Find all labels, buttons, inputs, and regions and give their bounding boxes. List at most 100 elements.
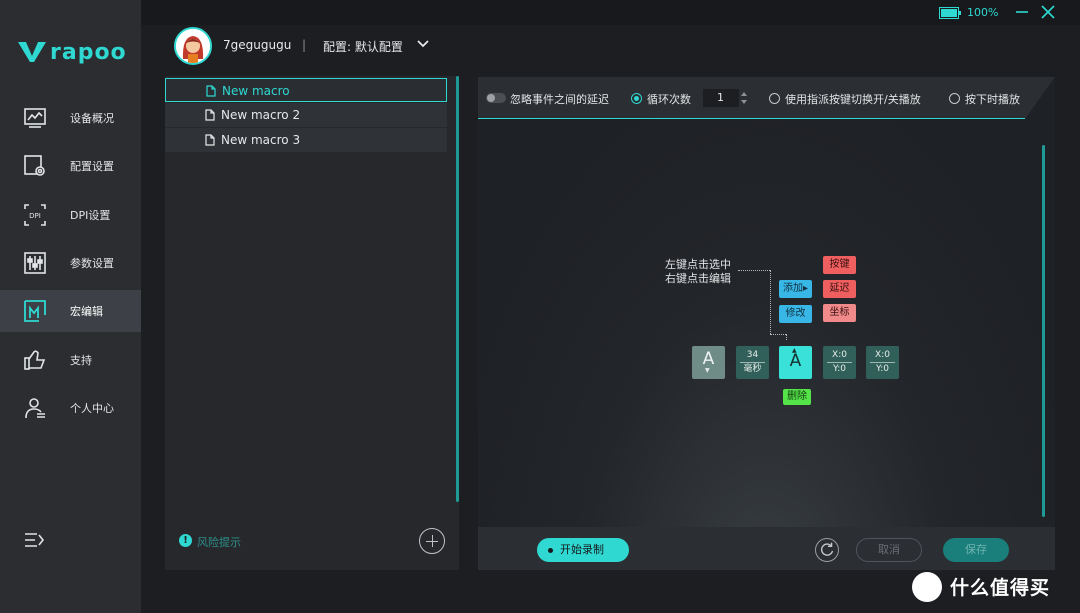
coord-y: Y:0 [832,364,847,374]
tile-divider [870,362,895,363]
battery-level: 100% [967,6,999,19]
sidebar-item-config[interactable]: 配置设置 [0,145,141,187]
header-separator: | [302,38,307,52]
chevron-down-icon[interactable] [416,38,430,50]
loop-count-label: 循环次数 [647,93,691,106]
macro-editor: 忽略事件之间的延迟 循环次数 1 使用指派按键切换开/关播放 按下时播放 左键点… [478,77,1055,570]
config-gear-icon [24,155,45,176]
hint-connector [770,334,786,335]
hint-right-click: 右键点击编辑 [665,272,731,285]
sidebar-item-device-overview[interactable]: 设备概况 [0,97,141,139]
macro-coord-tile[interactable]: X:0 Y:0 [823,346,856,379]
warning-icon: ! [179,534,192,547]
sidebar-item-params[interactable]: 参数设置 [0,242,141,284]
loop-count-stepper[interactable] [739,89,749,107]
coord-x: X:0 [875,350,890,360]
macro-list-item[interactable]: New macro [165,78,447,102]
coord-x: X:0 [832,350,847,360]
macro-icon [24,300,46,322]
sidebar-item-label: 设备概况 [70,112,114,125]
chart-monitor-icon [24,108,46,128]
macro-coord-tile[interactable]: X:0 Y:0 [866,346,899,379]
hint-left-click: 左键点击选中 [665,258,731,271]
assign-toggle-radio[interactable] [769,93,780,104]
hint-connector [770,270,771,334]
ignore-delay-label: 忽略事件之间的延迟 [510,93,609,106]
macro-list-item-label: New macro 3 [221,133,301,147]
sidebar-item-label: 配置设置 [70,160,114,173]
user-profile-icon [25,398,45,419]
avatar[interactable] [174,27,212,65]
hold-play-label: 按下时播放 [965,93,1020,106]
sliders-icon [24,252,46,274]
sidebar-item-support[interactable]: 支持 [0,339,141,381]
watermark-logo-icon [912,572,942,602]
add-button[interactable]: 添加▸ [779,280,812,298]
key-up-icon: ▲ [792,347,797,354]
ignore-delay-toggle[interactable] [486,93,506,103]
editor-scrollbar[interactable] [1042,145,1045,517]
macro-list-panel: New macro New macro 2 New macro 3 ! 风险提示 [165,76,459,570]
macro-key-tile-selected[interactable]: ▲ A [779,346,812,379]
delete-button[interactable]: 删除 [783,389,811,405]
macro-key-tile[interactable]: A ▼ [692,346,725,379]
options-bar-divider [478,118,1025,119]
assign-toggle-label: 使用指派按键切换开/关播放 [785,93,921,106]
sidebar-item-macro[interactable]: 宏编辑 [0,290,141,332]
macro-delay-tile[interactable]: 34 毫秒 [736,346,769,379]
hint-connector [786,334,787,340]
file-icon [205,109,215,121]
macro-list-item-label: New macro 2 [221,108,301,122]
loop-count-input[interactable]: 1 [703,89,739,107]
file-icon [206,85,216,97]
minimize-icon[interactable] [1014,4,1030,20]
key-down-icon: ▼ [705,367,710,374]
macro-list-item-label: New macro [222,84,290,98]
brand-name: rapoo [50,39,127,65]
add-key-button[interactable]: 按键 [823,256,856,274]
hold-play-radio[interactable] [949,93,960,104]
risk-warning-link[interactable]: 风险提示 [197,534,241,550]
start-record-button[interactable]: 开始录制 [537,538,629,562]
username: 7gegugugu [223,38,292,52]
sidebar-item-profile[interactable]: 个人中心 [0,387,141,429]
delay-value: 34 [746,350,759,360]
hint-connector [738,270,770,271]
dpi-icon: DPI [24,204,46,226]
sidebar-item-label: DPI设置 [70,209,111,222]
refresh-icon[interactable] [815,538,839,562]
editor-canvas [478,119,1055,527]
macro-list-scrollbar[interactable] [456,76,459,502]
menu-collapse-icon[interactable] [23,530,45,550]
macro-list-item[interactable]: New macro 3 [165,128,447,152]
save-button[interactable]: 保存 [943,538,1009,562]
avatar-girl-icon [176,29,210,63]
add-macro-button[interactable] [419,528,445,554]
sidebar-item-label: 参数设置 [70,257,114,270]
svg-text:DPI: DPI [29,212,41,220]
add-delay-button[interactable]: 延迟 [823,280,856,298]
sidebar-item-label: 宏编辑 [70,305,103,318]
modify-button[interactable]: 修改 [779,305,812,323]
sidebar-item-label: 支持 [70,354,92,367]
sidebar: rapoo 设备概况 配置设置 DPI DPI设置 参数设置 宏编辑 支持 个人… [0,0,141,613]
config-selector[interactable]: 配置: 默认配置 [323,38,403,55]
macro-list-item[interactable]: New macro 2 [165,103,447,127]
close-icon[interactable] [1040,4,1056,20]
rapoo-logo-mark-icon [18,42,46,62]
add-coord-button[interactable]: 坐标 [823,304,856,322]
sidebar-item-dpi[interactable]: DPI DPI设置 [0,194,141,236]
delay-unit: 毫秒 [743,364,762,374]
battery-icon [939,7,961,19]
coord-y: Y:0 [875,364,890,374]
loop-count-radio[interactable] [631,93,642,104]
editor-footer: 开始录制 取消 保存 [478,527,1055,570]
rapoo-logo: rapoo [18,38,128,66]
sidebar-item-label: 个人中心 [70,402,114,415]
tile-divider [827,362,852,363]
cancel-button[interactable]: 取消 [856,538,922,562]
file-icon [205,134,215,146]
thumbs-up-icon [24,350,46,370]
watermark-text: 什么值得买 [950,577,1051,599]
tile-divider [740,362,765,363]
